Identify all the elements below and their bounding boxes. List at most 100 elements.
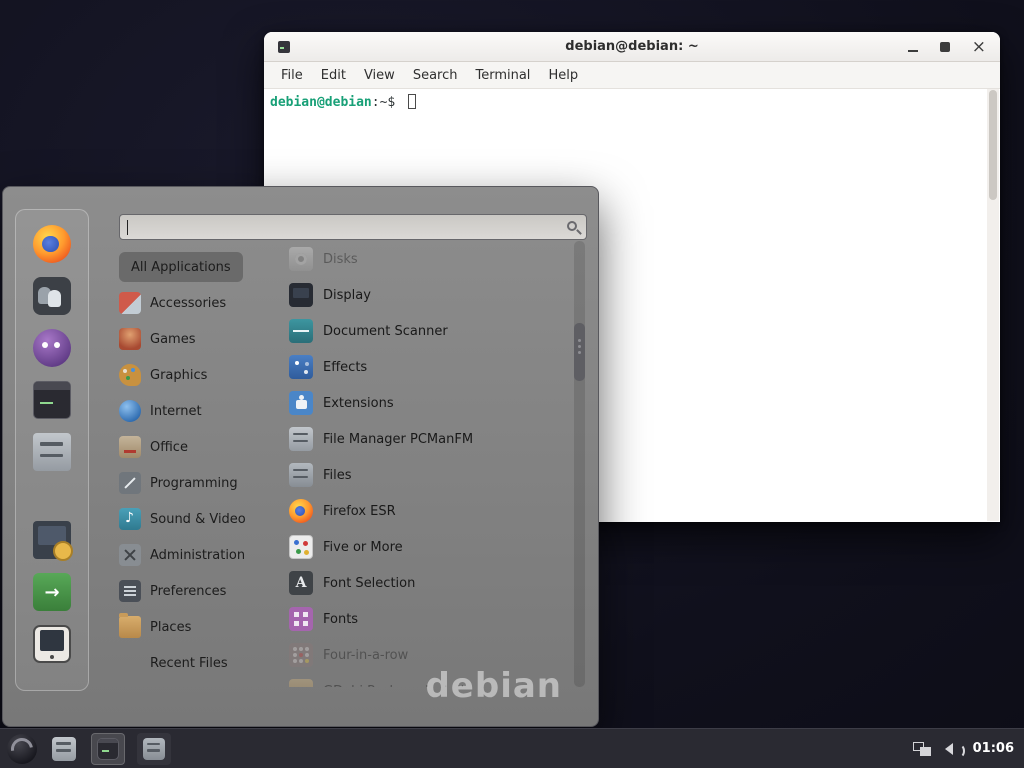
app-list: Disks Display Document Scanner Effects E… [289,241,567,687]
menubar-item-terminal[interactable]: Terminal [466,68,539,83]
app-item-fonts[interactable]: Fonts [289,601,567,637]
terminal-prompt: debian@debian:~$ [270,94,416,110]
terminal-scrollbar[interactable] [987,89,999,521]
taskbar-left [0,733,171,765]
category-programming[interactable]: Programming [119,465,287,501]
terminal-scrollbar-thumb[interactable] [989,90,997,200]
five-or-more-icon [289,535,313,559]
category-graphics[interactable]: Graphics [119,357,287,393]
app-label: Document Scanner [323,324,448,339]
apps-scrollbar-thumb[interactable] [574,323,585,381]
programming-icon [119,472,141,494]
menu-button[interactable] [7,734,37,764]
category-places[interactable]: Places [119,609,287,645]
category-internet[interactable]: Internet [119,393,287,429]
taskbar-tray: 01:06 [913,741,1024,756]
category-label: Sound & Video [150,512,246,527]
lock-screen-button[interactable] [32,520,72,560]
category-label: Recent Files [150,656,228,671]
app-item-display[interactable]: Display [289,277,567,313]
app-item-document-scanner[interactable]: Document Scanner [289,313,567,349]
extensions-icon [289,391,313,415]
logout-button[interactable] [32,572,72,612]
four-in-a-row-icon [289,643,313,667]
disks-icon [289,247,313,271]
taskbar-window-terminal[interactable] [91,733,125,765]
app-label: Five or More [323,540,403,555]
search-input[interactable] [128,216,560,238]
category-sound-video[interactable]: Sound & Video [119,501,287,537]
app-label: Display [323,288,371,303]
shutdown-button[interactable] [32,624,72,664]
app-item-file-manager-pcmanfm[interactable]: File Manager PCManFM [289,421,567,457]
clock[interactable]: 01:06 [973,741,1014,756]
file-manager-icon [33,433,71,471]
app-item-font-selection[interactable]: Font Selection [289,565,567,601]
administration-icon [119,544,141,566]
app-label: Files [323,468,352,483]
app-label: Firefox ESR [323,504,396,519]
app-label: Disks [323,252,358,267]
file-manager-icon [289,427,313,451]
app-label: File Manager PCManFM [323,432,473,447]
minimize-icon[interactable] [908,50,918,52]
category-accessories[interactable]: Accessories [119,285,287,321]
category-label: Internet [150,404,202,419]
app-item-extensions[interactable]: Extensions [289,385,567,421]
effects-icon [289,355,313,379]
terminal-titlebar[interactable]: debian@debian: ~ × [264,32,1000,62]
app-item-effects[interactable]: Effects [289,349,567,385]
menubar-item-search[interactable]: Search [404,68,467,83]
favorite-mascot-button[interactable] [32,328,72,368]
category-preferences[interactable]: Preferences [119,573,287,609]
apps-scrollbar[interactable] [574,241,585,687]
mascot-icon [33,329,71,367]
close-icon[interactable]: × [972,40,986,54]
search-box [119,214,587,240]
favorite-file-manager-button[interactable] [32,432,72,472]
menubar-item-file[interactable]: File [272,68,312,83]
menubar-item-help[interactable]: Help [539,68,587,83]
network-icon[interactable] [913,742,931,756]
favorites-panel [15,209,89,691]
terminal-icon [97,738,119,760]
window-controls: × [908,32,986,62]
taskbar-window-files[interactable] [137,733,171,765]
category-office[interactable]: Office [119,429,287,465]
app-label: Extensions [323,396,394,411]
category-label: Administration [150,548,245,563]
category-list: All Applications Accessories Games Graph… [119,249,287,681]
category-label: Preferences [150,584,226,599]
display-icon [289,283,313,307]
app-item-firefox-esr[interactable]: Firefox ESR [289,493,567,529]
gdebi-icon [289,679,313,687]
search-icon [567,221,577,231]
menubar-item-view[interactable]: View [355,68,404,83]
app-item-five-or-more[interactable]: Five or More [289,529,567,565]
file-manager-icon [52,737,76,761]
app-item-files[interactable]: Files [289,457,567,493]
category-label: All Applications [131,260,231,275]
favorite-firefox-button[interactable] [32,224,72,264]
category-all-applications[interactable]: All Applications [119,252,243,282]
office-icon [119,436,141,458]
maximize-icon[interactable] [940,42,950,52]
category-recent-files[interactable]: Recent Files [119,645,287,681]
app-item-disks[interactable]: Disks [289,241,567,277]
desktop: debian@debian: ~ × File Edit View Search… [0,0,1024,768]
category-label: Graphics [150,368,207,383]
favorite-contacts-button[interactable] [32,276,72,316]
blank-icon [119,652,141,674]
app-label: Font Selection [323,576,415,591]
terminal-cursor [408,94,416,109]
fonts-icon [289,607,313,631]
category-games[interactable]: Games [119,321,287,357]
places-icon [119,616,141,638]
window-title: debian@debian: ~ [264,39,1000,54]
volume-icon[interactable] [943,742,961,756]
favorite-terminal-button[interactable] [32,380,72,420]
menubar-item-edit[interactable]: Edit [312,68,355,83]
games-icon [119,328,141,350]
category-administration[interactable]: Administration [119,537,287,573]
taskbar-launcher-file-manager[interactable] [49,733,79,765]
